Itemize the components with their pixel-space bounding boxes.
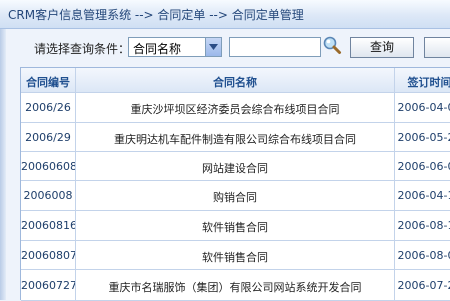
column-header-date[interactable]: 签订时间	[395, 68, 450, 93]
query-field-select[interactable]: 合同名称	[128, 37, 222, 57]
cell-contract-name[interactable]: 购销合同	[76, 181, 395, 211]
search-icon[interactable]	[322, 35, 342, 55]
table-row[interactable]: 20060807 软件销售合同 2006-08-08	[21, 241, 450, 270]
cell-contract-id: 20060727	[21, 270, 76, 301]
query-button[interactable]: 查询	[350, 37, 414, 58]
chevron-down-icon[interactable]	[205, 38, 221, 56]
table-row[interactable]: 20060727 重庆市名瑞服饰（集团）有限公司网站系统开发合同 2006-07…	[21, 270, 450, 301]
table-header-row: 合同编号 合同名称 签订时间	[21, 68, 450, 93]
secondary-button[interactable]	[424, 37, 450, 58]
cell-signing-date: 2006-07-27	[395, 270, 450, 301]
cell-signing-date: 2006-04-04	[395, 93, 450, 123]
cell-signing-date: 2006-08-16	[395, 211, 450, 241]
left-frame-edge	[0, 29, 6, 300]
cell-contract-id: 20060608	[21, 152, 76, 181]
column-header-id[interactable]: 合同编号	[21, 68, 76, 93]
cell-contract-name[interactable]: 重庆沙坪坝区经济委员会综合布线项目合同	[76, 93, 395, 123]
cell-contract-id: 2006/26	[21, 93, 76, 123]
cell-contract-id: 2006008	[21, 181, 76, 211]
title-bar: CRM客户信息管理系统 --> 合同定单 --> 合同定单管理	[0, 0, 450, 29]
cell-contract-name[interactable]: 网站建设合同	[76, 152, 395, 181]
cell-contract-name[interactable]: 重庆明达机车配件制造有限公司综合布线项目合同	[76, 123, 395, 152]
cell-signing-date: 2006-06-08	[395, 152, 450, 181]
table-row[interactable]: 2006/29 重庆明达机车配件制造有限公司综合布线项目合同 2006-05-2…	[21, 123, 450, 152]
column-header-name[interactable]: 合同名称	[76, 68, 395, 93]
query-keyword-input[interactable]	[229, 37, 321, 57]
table-row[interactable]: 20060816 软件销售合同 2006-08-16	[21, 211, 450, 241]
cell-signing-date: 2006-04-10	[395, 181, 450, 211]
table-row[interactable]: 2006/26 重庆沙坪坝区经济委员会综合布线项目合同 2006-04-04	[21, 93, 450, 123]
cell-signing-date: 2006-05-29	[395, 123, 450, 152]
cell-contract-name[interactable]: 软件销售合同	[76, 211, 395, 241]
query-field-selected-value: 合同名称	[133, 42, 182, 56]
cell-signing-date: 2006-08-08	[395, 241, 450, 270]
cell-contract-name[interactable]: 软件销售合同	[76, 241, 395, 270]
breadcrumb: CRM客户信息管理系统 --> 合同定单 --> 合同定单管理	[8, 8, 304, 22]
cell-contract-id: 20060807	[21, 241, 76, 270]
cell-contract-id: 2006/29	[21, 123, 76, 152]
query-condition-label: 请选择查询条件：	[34, 42, 131, 56]
cell-contract-id: 20060816	[21, 211, 76, 241]
table-row[interactable]: 2006008 购销合同 2006-04-10	[21, 181, 450, 211]
table-row[interactable]: 20060608 网站建设合同 2006-06-08	[21, 152, 450, 181]
contract-table: 合同编号 合同名称 签订时间 2006/26 重庆沙坪坝区经济委员会综合布线项目…	[20, 67, 450, 301]
cell-contract-name[interactable]: 重庆市名瑞服饰（集团）有限公司网站系统开发合同	[76, 270, 395, 301]
